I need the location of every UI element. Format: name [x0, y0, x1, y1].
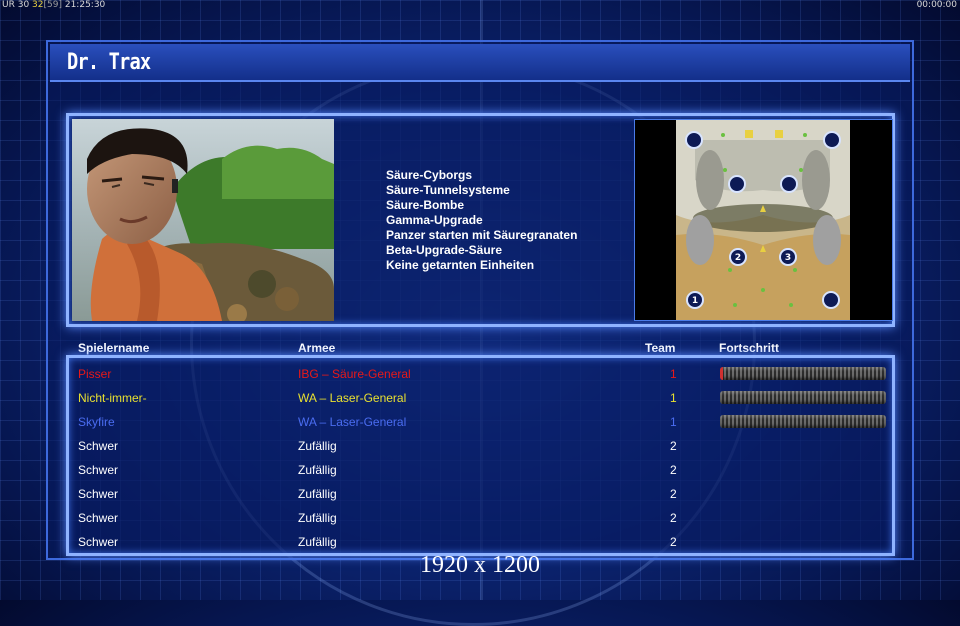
perk-item: Beta-Upgrade-Säure: [386, 243, 503, 257]
hud-stats: UR 30 32[59] 21:25:30: [2, 0, 106, 10]
perk-item: Panzer starten mit Säuregranaten: [386, 228, 578, 242]
general-name: Dr. Trax: [67, 50, 151, 75]
player-row: Schwer Zufällig 2: [0, 530, 960, 554]
column-header-player: Spielername: [78, 341, 150, 355]
player-name: Schwer: [78, 487, 119, 501]
loading-progress-bar: [720, 367, 886, 380]
player-name: Pisser: [78, 367, 112, 381]
player-name: Nicht-immer-: [78, 391, 147, 405]
player-name: Schwer: [78, 511, 119, 525]
perk-item: Säure-Tunnelsysteme: [386, 183, 510, 197]
player-name: Schwer: [78, 463, 119, 477]
player-team: 1: [670, 391, 677, 405]
player-team: 2: [670, 511, 677, 525]
loading-progress-bar: [720, 415, 886, 428]
column-header-army: Armee: [298, 341, 336, 355]
player-row: Schwer Zufällig 2: [0, 434, 960, 458]
player-team: 1: [670, 415, 677, 429]
player-row: Schwer Zufällig 2: [0, 482, 960, 506]
column-header-team: Team: [645, 341, 676, 355]
column-header-progress: Fortschritt: [719, 341, 779, 355]
loading-progress-fill: [720, 367, 724, 380]
player-row: Skyfire WA – Laser-General 1: [0, 410, 960, 434]
player-name: Skyfire: [78, 415, 115, 429]
player-row: Schwer Zufällig 2: [0, 458, 960, 482]
player-team: 2: [670, 463, 677, 477]
loading-progress-bar: [720, 391, 886, 404]
player-name: Schwer: [78, 439, 119, 453]
player-row: Pisser IBG – Säure-General 1: [0, 362, 960, 386]
player-team: 1: [670, 367, 677, 381]
spawn-label: 2: [735, 253, 741, 263]
player-army: Zufällig: [298, 487, 337, 501]
player-army: Zufällig: [298, 439, 337, 453]
spawn-label: 1: [692, 296, 698, 306]
player-team: 2: [670, 439, 677, 453]
map-preview: 2 3 1: [634, 119, 893, 321]
player-army: Zufällig: [298, 511, 337, 525]
hud-timer: 00:00:00: [916, 0, 957, 10]
perk-item: Säure-Cyborgs: [386, 168, 473, 182]
player-army: IBG – Säure-General: [298, 367, 411, 381]
perk-item: Säure-Bombe: [386, 198, 465, 212]
player-row: Schwer Zufällig 2: [0, 506, 960, 530]
player-team: 2: [670, 535, 677, 549]
player-army: Zufällig: [298, 535, 337, 549]
player-row: Nicht-immer- WA – Laser-General 1: [0, 386, 960, 410]
general-perk-list: Säure-Cyborgs Säure-Tunnelsysteme Säure-…: [386, 168, 577, 273]
player-name: Schwer: [78, 535, 119, 549]
spawn-label: 3: [785, 253, 791, 263]
resolution-label: 1920 x 1200: [420, 552, 540, 578]
perk-item: Keine getarnten Einheiten: [386, 258, 535, 272]
player-army: WA – Laser-General: [298, 415, 407, 429]
player-team: 2: [670, 487, 677, 501]
title-bar: [50, 44, 910, 82]
general-portrait: [72, 119, 334, 321]
player-army: Zufällig: [298, 463, 337, 477]
perk-item: Gamma-Upgrade: [386, 213, 483, 227]
player-army: WA – Laser-General: [298, 391, 407, 405]
